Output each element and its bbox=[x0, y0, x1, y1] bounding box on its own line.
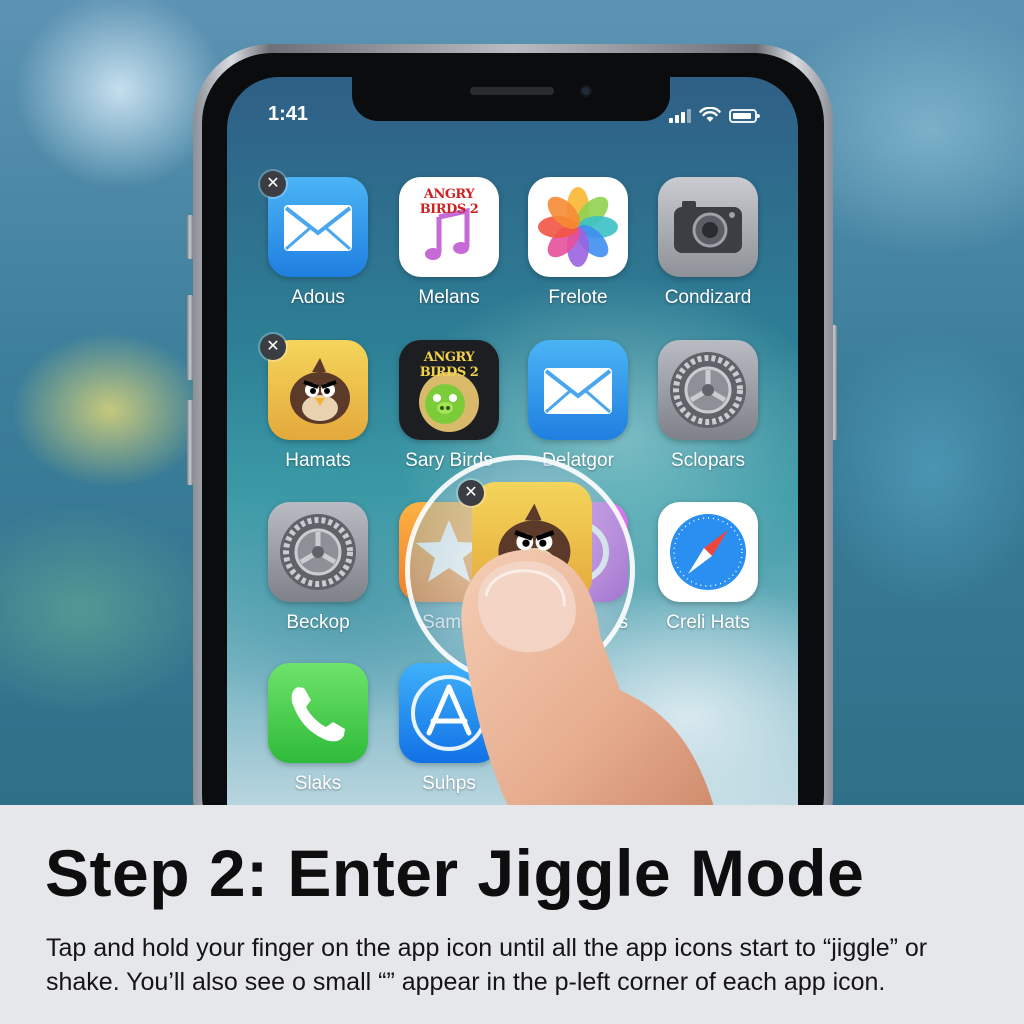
status-time: 1:41 bbox=[268, 103, 309, 125]
status-icons bbox=[669, 105, 760, 123]
app-sary-birds[interactable]: ANGRY BIRDS 2 Sary Birds bbox=[399, 340, 499, 471]
cellular-signal-icon bbox=[669, 109, 691, 123]
delete-badge[interactable]: ✕ bbox=[458, 480, 484, 506]
app-slaks[interactable]: Slaks bbox=[268, 663, 368, 794]
finger-illustration bbox=[461, 549, 715, 810]
battery-icon bbox=[729, 109, 760, 123]
phone-icon[interactable] bbox=[268, 663, 368, 763]
earpiece-speaker bbox=[470, 87, 554, 95]
app-label: Frelote bbox=[548, 287, 608, 308]
app-melans[interactable]: ANGRY BIRDS 2 Melans bbox=[399, 177, 499, 308]
icon-title-text: ANGRY BIRDS 2 bbox=[419, 187, 479, 217]
notch bbox=[352, 77, 670, 121]
app-beckop[interactable]: Beckop bbox=[268, 502, 368, 633]
settings-gear-icon[interactable] bbox=[658, 340, 758, 440]
music-note-icon[interactable]: ANGRY BIRDS 2 bbox=[399, 177, 499, 277]
mail-icon[interactable] bbox=[528, 340, 628, 440]
app-frelote[interactable]: Frelote bbox=[528, 177, 628, 308]
wifi-icon bbox=[699, 107, 721, 122]
caption-panel: Step 2: Enter Jiggle Mode Tap and hold y… bbox=[0, 805, 1024, 1024]
app-label: Hamats bbox=[285, 450, 351, 471]
app-label: Condizard bbox=[664, 287, 752, 308]
app-label: Slaks bbox=[294, 773, 342, 794]
app-hamats[interactable]: ✕ Hamats bbox=[260, 334, 368, 471]
step-title: Step 2: Enter Jiggle Mode bbox=[45, 836, 865, 910]
app-adous[interactable]: ✕ Adous bbox=[260, 171, 368, 308]
angry-birds-pig-icon[interactable]: ANGRY BIRDS 2 bbox=[399, 340, 499, 440]
camera-icon[interactable] bbox=[658, 177, 758, 277]
app-label: Melans bbox=[418, 287, 480, 308]
settings-gear-icon[interactable] bbox=[268, 502, 368, 602]
delete-badge[interactable]: ✕ bbox=[260, 334, 286, 360]
step-description: Tap and hold your finger on the app icon… bbox=[46, 934, 928, 996]
front-camera bbox=[580, 85, 592, 97]
icon-title-text: ANGRY BIRDS 2 bbox=[419, 350, 479, 380]
app-sclopars[interactable]: Sclopars bbox=[658, 340, 758, 471]
delete-badge[interactable]: ✕ bbox=[260, 171, 286, 197]
app-condizard[interactable]: Condizard bbox=[658, 177, 758, 308]
app-delatgor[interactable]: Delatgor bbox=[528, 340, 628, 471]
app-label: Adous bbox=[291, 287, 345, 308]
app-label: Sclopars bbox=[671, 450, 745, 471]
photos-flower-icon[interactable] bbox=[528, 177, 628, 277]
app-label: Beckop bbox=[286, 612, 350, 633]
